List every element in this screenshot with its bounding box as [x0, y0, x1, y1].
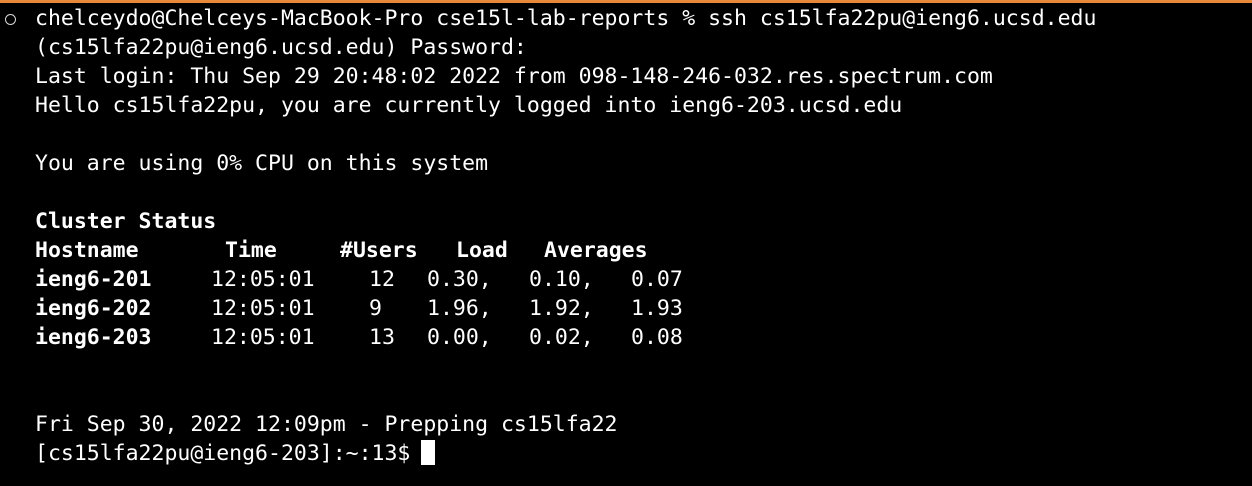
ssh-command-line: chelceydo@Chelceys-MacBook-Pro cse15l-la…	[35, 6, 1097, 31]
row-time: 12:05:01	[211, 296, 315, 321]
header-time: Time	[225, 238, 277, 263]
row-load-2: 1.92,	[529, 296, 594, 321]
row-users: 13	[369, 325, 395, 350]
last-login-line: Last login: Thu Sep 29 20:48:02 2022 fro…	[35, 64, 993, 89]
row-load-1: 0.00,	[427, 325, 492, 350]
motd-line: Fri Sep 30, 2022 12:09pm - Prepping cs15…	[35, 412, 618, 437]
password-prompt-line: (cs15lfa22pu@ieng6.ucsd.edu) Password:	[35, 35, 527, 60]
row-users: 12	[369, 267, 395, 292]
shell-prompt: [cs15lfa22pu@ieng6-203]:~:13$	[35, 441, 411, 466]
row-load-3: 0.07	[631, 267, 683, 292]
header-users: #Users	[340, 238, 418, 263]
shell-prompt-line[interactable]: [cs15lfa22pu@ieng6-203]:~:13$	[35, 439, 436, 468]
header-hostname: Hostname	[35, 238, 139, 263]
row-load-1: 1.96,	[427, 296, 492, 321]
cpu-usage-line: You are using 0% CPU on this system	[35, 151, 489, 176]
hello-line: Hello cs15lfa22pu, you are currently log…	[35, 93, 903, 118]
row-load-1: 0.30,	[427, 267, 492, 292]
row-users: 9	[369, 296, 382, 321]
row-load-2: 0.10,	[529, 267, 594, 292]
row-load-3: 0.08	[631, 325, 683, 350]
header-load: Load	[456, 238, 508, 263]
cluster-status-title: Cluster Status	[35, 209, 217, 234]
row-hostname: ieng6-201	[35, 267, 152, 292]
row-load-2: 0.02,	[529, 325, 594, 350]
header-averages: Averages	[544, 238, 648, 263]
text-cursor	[421, 440, 436, 465]
row-hostname: ieng6-203	[35, 325, 152, 350]
terminal-window[interactable]: chelceydo@Chelceys-MacBook-Pro cse15l-la…	[0, 4, 1252, 486]
command-status-circle-icon	[5, 14, 16, 25]
row-load-3: 1.93	[631, 296, 683, 321]
row-time: 12:05:01	[211, 325, 315, 350]
row-hostname: ieng6-202	[35, 296, 152, 321]
row-time: 12:05:01	[211, 267, 315, 292]
window-top-border	[0, 0, 1252, 3]
